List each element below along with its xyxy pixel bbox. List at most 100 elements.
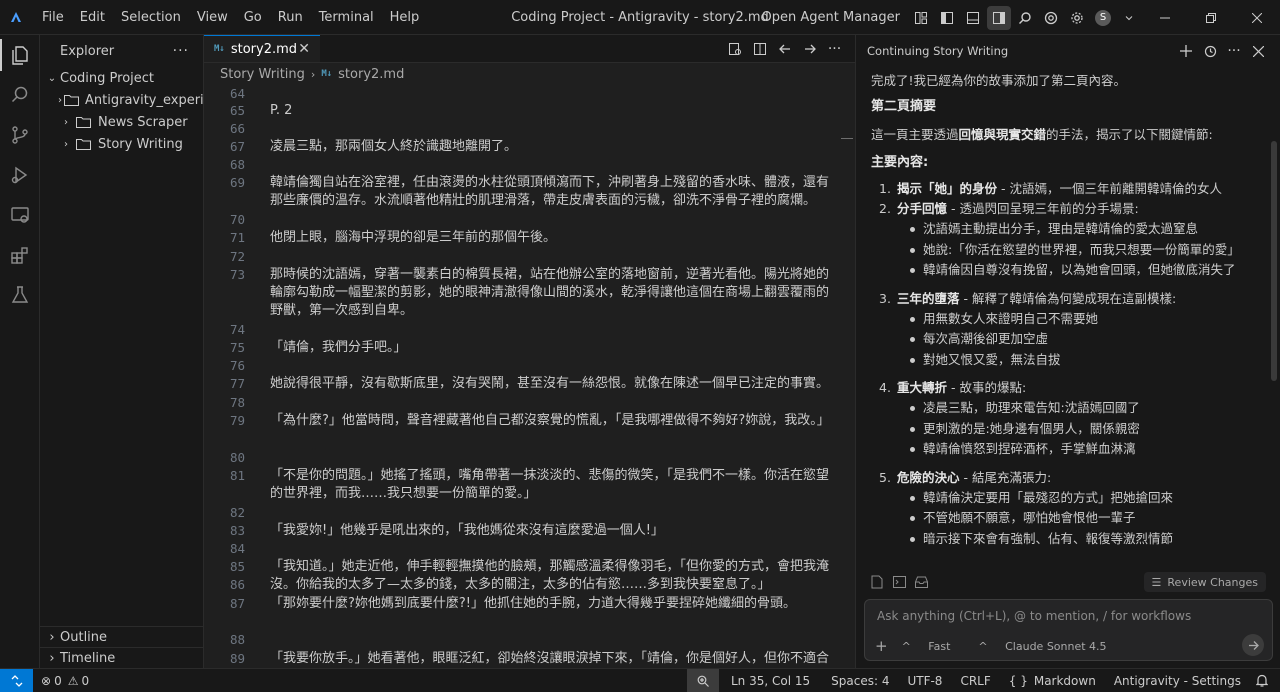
list-icon: ☰	[1151, 575, 1162, 589]
breadcrumb-folder[interactable]: Story Writing	[220, 67, 305, 82]
run-debug-icon[interactable]	[0, 155, 40, 195]
problems-indicator[interactable]: ⊗ 0 ⚠ 0	[33, 669, 97, 692]
line-text: P. 2	[270, 103, 293, 118]
history-icon[interactable]	[1198, 45, 1222, 58]
gear-icon[interactable]	[1065, 6, 1089, 30]
indentation[interactable]: Spaces: 4	[822, 669, 898, 692]
menu-view[interactable]: View	[189, 0, 236, 35]
menu-run[interactable]: Run	[270, 0, 311, 35]
split-editor-icon[interactable]	[747, 42, 772, 56]
line-text: 「我愛妳!」他幾乎是吼出來的，「我他媽從來沒有這麼愛過一個人!」	[270, 523, 664, 538]
line-text: 「不是你的問題。」她搖了搖頭，嘴角帶著一抹淡淡的、悲傷的微笑，「是我們不一樣。你…	[270, 468, 830, 501]
tree-folder-news-scraper[interactable]: › News Scraper	[40, 111, 203, 133]
arrow-right-icon[interactable]	[797, 42, 822, 56]
line-text: 韓靖倫獨自站在浴室裡，任由滾燙的水柱從頭頂傾瀉而下，沖刷著身上殘留的香水味、體液…	[270, 175, 830, 208]
language-mode[interactable]: { } Markdown	[1000, 669, 1105, 692]
item-number: 3.	[879, 290, 891, 306]
review-changes-button[interactable]: ☰ Review Changes	[1143, 572, 1266, 592]
close-tab-icon[interactable]: ✕	[298, 41, 310, 57]
chevron-up-icon: ^	[978, 639, 992, 653]
bell-icon[interactable]	[1250, 669, 1280, 692]
breadcrumb-file[interactable]: story2.md	[338, 67, 404, 82]
settings-link[interactable]: Antigravity - Settings	[1105, 669, 1250, 692]
toggle-sidebar-icon[interactable]	[935, 6, 959, 30]
tree-folder-story-writing[interactable]: › Story Writing	[40, 133, 203, 155]
sub-list: 韓靖倫決定要用「最殘忍的方式」把她搶回來 不管她願不願意，哪怕她會恨他一輩子 暗示接…	[871, 488, 1266, 550]
list-item: 她說:「你活在慾望的世界裡，而我只想要一份簡單的愛」	[907, 240, 1266, 261]
search-view-icon[interactable]	[0, 75, 40, 115]
close-panel-icon[interactable]	[1246, 45, 1270, 57]
menu-terminal[interactable]: Terminal	[311, 0, 382, 35]
remote-indicator-icon[interactable]	[0, 668, 33, 692]
model-selector[interactable]: ^ Claude Sonnet 4.5	[978, 640, 1120, 653]
scrollbar-marker	[841, 138, 853, 139]
extensions-icon[interactable]	[0, 235, 40, 275]
search-icon[interactable]	[1013, 6, 1037, 30]
testing-flask-icon[interactable]	[0, 275, 40, 315]
close-window-button[interactable]	[1234, 0, 1280, 35]
restore-button[interactable]	[1188, 0, 1234, 35]
line-number: 74	[229, 322, 245, 337]
line-ending[interactable]: CRLF	[951, 669, 999, 692]
toggle-secondary-sidebar-icon[interactable]	[987, 5, 1011, 30]
chrome-browser-icon[interactable]	[1039, 6, 1063, 30]
list-item: 韓靖倫因自尊沒有挽留，以為她會回頭，但她徹底消失了	[907, 260, 1266, 281]
open-preview-icon[interactable]	[722, 42, 747, 56]
item-rest: - 沈語嫣，一個三年前離開韓靖倫的女人	[997, 181, 1222, 196]
cursor-position[interactable]: Ln 35, Col 15	[719, 669, 822, 692]
tree-folder-antigravity[interactable]: › Antigravity_experi...	[40, 89, 203, 111]
more-actions-icon[interactable]: ···	[1222, 43, 1246, 59]
summary-item: 1. 揭示「她」的身份 - 沈語嫣，一個三年前離開韓靖倫的女人	[871, 179, 1266, 199]
send-button[interactable]	[1242, 634, 1264, 656]
arrow-left-icon[interactable]	[772, 42, 797, 56]
plus-icon[interactable]: +	[875, 637, 888, 655]
line-number: 84	[229, 541, 245, 556]
zoom-icon[interactable]	[686, 668, 719, 692]
code-lines[interactable]: 64 65 P. 2 66 67 凌晨三點，那兩個女人終於識趣地離開了。 68 69 韓靖倫獨自…	[204, 85, 855, 668]
list-item: 韓靖倫決定要用「最殘忍的方式」把她搶回來	[907, 488, 1266, 509]
layout-grid-icon[interactable]	[909, 6, 933, 30]
list-item: 用無數女人來證明自己不需要她	[907, 309, 1266, 330]
summary-text: 這一頁主要透過回憶與現實交錯的手法，揭示了以下關鍵情節:	[871, 125, 1266, 145]
markdown-icon: M↓	[214, 44, 225, 54]
mode-selector[interactable]: ^ Fast	[902, 640, 965, 653]
item-bold: 重大轉折	[897, 380, 948, 395]
chat-input-placeholder[interactable]: Ask anything (Ctrl+L), @ to mention, / f…	[877, 609, 1191, 623]
line-number: 69	[229, 175, 245, 190]
menu-edit[interactable]: Edit	[72, 0, 113, 35]
account-avatar[interactable]: S	[1091, 6, 1115, 30]
open-agent-manager-button[interactable]: Open Agent Manager	[762, 10, 900, 25]
menu-help[interactable]: Help	[382, 0, 428, 35]
agent-panel: Continuing Story Writing ··· 完成了!我已經為你的故…	[855, 35, 1280, 668]
tree-root-coding-project[interactable]: ⌄ Coding Project	[40, 67, 203, 89]
source-control-icon[interactable]	[0, 115, 40, 155]
file-icon[interactable]	[871, 575, 893, 589]
warning-icon: ⚠	[67, 673, 79, 688]
outline-section[interactable]: › Outline	[40, 626, 204, 648]
menu-file[interactable]: File	[34, 0, 72, 35]
minimize-button[interactable]	[1142, 0, 1188, 35]
list-item: 沈語嫣主動提出分手，理由是韓靖倫的愛太過窒息	[907, 219, 1266, 240]
main-heading: 主要內容:	[871, 155, 929, 170]
chevron-down-icon[interactable]	[1117, 6, 1141, 30]
inbox-icon[interactable]	[915, 576, 937, 588]
chat-input-box[interactable]: Ask anything (Ctrl+L), @ to mention, / f…	[864, 599, 1273, 661]
terminal-icon[interactable]	[893, 576, 915, 588]
explorer-icon[interactable]	[0, 35, 40, 75]
timeline-section[interactable]: › Timeline	[40, 647, 204, 669]
item-rest: - 解釋了韓靖倫為何變成現在這副模樣:	[959, 290, 1177, 306]
chat-scrollbar[interactable]	[1271, 141, 1277, 381]
encoding[interactable]: UTF-8	[898, 669, 951, 692]
more-actions-icon[interactable]: ···	[822, 41, 847, 57]
menu-go[interactable]: Go	[236, 0, 270, 35]
more-actions-icon[interactable]: ···	[173, 43, 189, 59]
line-text: 「靖倫，我們分手吧。」	[270, 340, 407, 355]
plus-icon[interactable]	[1174, 45, 1198, 57]
tab-story2-md[interactable]: M↓ story2.md ✕	[204, 35, 320, 62]
menu-selection[interactable]: Selection	[113, 0, 189, 35]
toggle-panel-icon[interactable]	[961, 6, 985, 30]
line-number: 64	[229, 86, 245, 101]
remote-explorer-icon[interactable]	[0, 195, 40, 235]
list-item: 更刺激的是:她身邊有個男人，關係親密	[907, 419, 1266, 440]
folder-label: News Scraper	[98, 114, 188, 130]
